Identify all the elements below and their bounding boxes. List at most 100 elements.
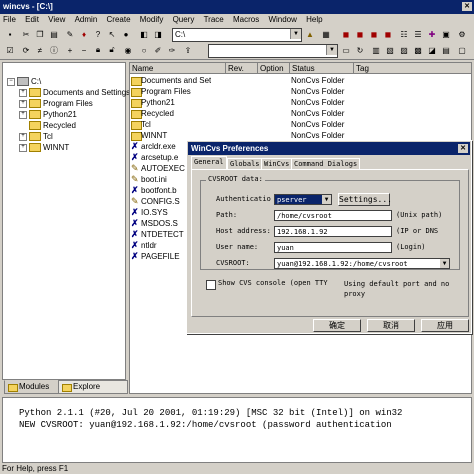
show-missing-icon[interactable]: ▩	[412, 44, 424, 56]
edit-icon[interactable]: ✎	[64, 28, 76, 40]
tree-item[interactable]: + WINNT	[19, 143, 69, 153]
properties-icon[interactable]: ▣	[440, 28, 452, 40]
expand-icon[interactable]: +	[19, 99, 27, 108]
untag-icon[interactable]: ◼	[354, 28, 366, 40]
settings-icon[interactable]: ⚙	[456, 28, 468, 40]
menu-help[interactable]: Help	[306, 14, 322, 26]
menu-trace[interactable]: Trace	[204, 14, 224, 26]
annotate-icon[interactable]: ✚	[426, 28, 438, 40]
browse-forward-icon[interactable]: ◨	[152, 28, 164, 40]
view-icon[interactable]: ▭	[340, 44, 352, 56]
column-header-name[interactable]: Name	[130, 63, 226, 74]
tree-item[interactable]: Recycled	[29, 121, 76, 131]
flat-mode-icon[interactable]: ▤	[440, 44, 452, 56]
tree-item[interactable]: + Program Files	[19, 99, 93, 109]
column-header-rev[interactable]: Rev.	[226, 63, 258, 74]
release-icon[interactable]: ⇪	[182, 44, 194, 56]
unwatch-icon[interactable]: ○	[138, 44, 150, 56]
chevron-down-icon[interactable]: ▼	[326, 45, 337, 55]
output-console[interactable]: Python 2.1.1 (#20, Jul 20 2001, 01:19:29…	[2, 397, 472, 463]
tree-item[interactable]: + Python21	[19, 110, 77, 120]
filter-combo[interactable]: ▼	[208, 44, 338, 58]
tab-explore[interactable]: Explore	[58, 380, 128, 394]
menu-macros[interactable]: Macros	[233, 14, 259, 26]
menu-window[interactable]: Window	[268, 14, 296, 26]
whatsthis-icon[interactable]: ↖	[106, 28, 118, 40]
tag-icon[interactable]: ◼	[340, 28, 352, 40]
dialog-title-bar[interactable]: WinCvs Preferences ✕	[188, 142, 470, 155]
general-tab-panel: CVSROOT data: Authenticatio pserver ▼ Se…	[191, 169, 469, 317]
bookmark-icon[interactable]: ♦	[78, 28, 90, 40]
host-note: (IP or DNS	[396, 227, 439, 235]
path-input[interactable]: /home/cvsroot	[274, 210, 392, 221]
show-console-checkbox[interactable]	[206, 280, 216, 290]
tree-root[interactable]: − C:\	[7, 77, 41, 87]
window-title-bar[interactable]: wincvs - [C:\] ✕	[0, 0, 474, 14]
unedit-icon[interactable]: ✑	[166, 44, 178, 56]
menu-query[interactable]: Query	[173, 14, 195, 26]
menu-admin[interactable]: Admin	[75, 14, 98, 26]
show-unknown-icon[interactable]: ▧	[384, 44, 396, 56]
path-combo[interactable]: C:\ ▼	[172, 28, 302, 42]
show-changed-icon[interactable]: ▨	[398, 44, 410, 56]
folder-up-icon[interactable]: ▲	[304, 28, 316, 40]
folder-tree-pane[interactable]: − C:\ + Documents and Settings + Program Fi…	[2, 62, 130, 380]
paste-icon[interactable]: ▤	[48, 28, 60, 40]
show-ignored-icon[interactable]: ▥	[370, 44, 382, 56]
menu-edit[interactable]: Edit	[25, 14, 39, 26]
save-icon[interactable]: ▪	[4, 28, 16, 40]
tree-item[interactable]: + Documents and Settings	[19, 88, 130, 98]
cancel-button[interactable]: 取消	[367, 319, 415, 332]
merge-icon[interactable]: ◼	[382, 28, 394, 40]
show-conflict-icon[interactable]: ◪	[426, 44, 438, 56]
menu-modify[interactable]: Modify	[140, 14, 164, 26]
chevron-down-icon[interactable]: ▼	[440, 259, 449, 268]
unlock-icon[interactable]: 🔓︎	[106, 44, 118, 56]
close-icon[interactable]: ✕	[458, 144, 468, 153]
expand-icon[interactable]: +	[19, 110, 27, 119]
log-icon[interactable]: ☰	[412, 28, 424, 40]
diff-icon[interactable]: ≠	[34, 44, 46, 56]
user-input[interactable]: yuan	[274, 242, 392, 253]
watch-icon[interactable]: ◉	[122, 44, 134, 56]
settings-button[interactable]: Settings...	[338, 193, 392, 206]
status-icon[interactable]: ⓘ	[48, 44, 60, 56]
close-icon[interactable]: ✕	[462, 2, 472, 11]
refresh-icon[interactable]: ↻	[354, 44, 366, 56]
expand-icon[interactable]: +	[19, 88, 27, 97]
help-icon[interactable]: ?	[92, 28, 104, 40]
edit-lock-icon[interactable]: ✐	[152, 44, 164, 56]
expand-icon[interactable]: +	[19, 132, 27, 141]
add-icon[interactable]: +	[64, 44, 76, 56]
column-header-tag[interactable]: Tag	[354, 63, 471, 74]
menu-create[interactable]: Create	[107, 14, 131, 26]
remove-icon[interactable]: −	[78, 44, 90, 56]
branch-icon[interactable]: ◼	[368, 28, 380, 40]
expand-icon[interactable]: +	[19, 143, 27, 152]
graph-icon[interactable]: ☷	[398, 28, 410, 40]
reset-view-icon[interactable]: ▢	[456, 44, 468, 56]
apply-button[interactable]: 应用	[421, 319, 469, 332]
tab-general[interactable]: General	[191, 156, 227, 170]
tree-item[interactable]: + Tcl	[19, 132, 53, 142]
copy-icon[interactable]: ❐	[34, 28, 46, 40]
auth-select[interactable]: pserver ▼	[274, 194, 332, 205]
stop-icon[interactable]: ●	[120, 28, 132, 40]
tab-explore-label: Explore	[73, 382, 101, 391]
ok-button[interactable]: 确定	[313, 319, 361, 332]
chevron-down-icon[interactable]: ▼	[290, 29, 301, 39]
menu-view[interactable]: View	[48, 14, 65, 26]
host-input[interactable]: 192.168.1.92	[274, 226, 392, 237]
column-header-option[interactable]: Option	[258, 63, 290, 74]
filter-icon[interactable]: ▦	[320, 28, 332, 40]
chevron-down-icon[interactable]: ▼	[322, 195, 331, 204]
collapse-icon[interactable]: −	[7, 77, 15, 86]
browse-back-icon[interactable]: ◧	[138, 28, 150, 40]
update-icon[interactable]: ⟳	[20, 44, 32, 56]
commit-icon[interactable]: ☑	[4, 44, 16, 56]
lock-icon[interactable]: 🔒︎	[92, 44, 104, 56]
column-header-status[interactable]: Status	[290, 63, 354, 74]
cvsroot-combo[interactable]: yuan@192.168.1.92:/home/cvsroot ▼	[274, 258, 450, 269]
cut-icon[interactable]: ✂	[20, 28, 32, 40]
menu-file[interactable]: File	[3, 14, 16, 26]
